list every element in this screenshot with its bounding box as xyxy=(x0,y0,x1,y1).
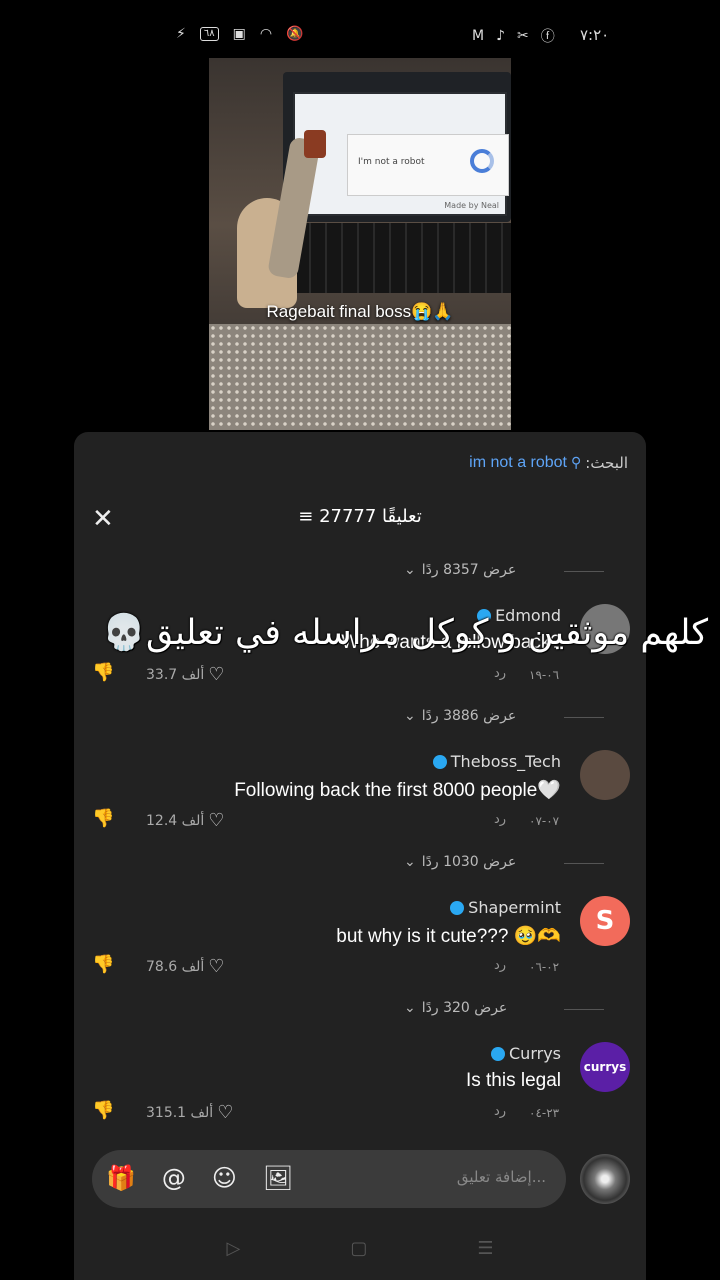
avatar[interactable]: S xyxy=(580,896,630,946)
user-avatar[interactable] xyxy=(580,1154,630,1204)
input-placeholder: إضافة تعليق... xyxy=(456,1168,546,1186)
gift-icon[interactable]: 🎁 xyxy=(106,1164,136,1192)
status-right-icons: M ♪ ✂ ⓕ xyxy=(472,26,555,46)
robot-head-image xyxy=(304,130,326,158)
sim-off-icon: ▣ xyxy=(232,26,246,42)
like-button[interactable]: 33.7 ألف ♡ xyxy=(146,664,224,685)
dislike-icon[interactable]: 👎 xyxy=(92,662,114,683)
comment-username[interactable]: Theboss_Tech xyxy=(432,752,561,771)
recaptcha-icon xyxy=(470,149,494,173)
facebook-icon: ⓕ xyxy=(540,29,555,45)
video-player[interactable]: I'm not a robot Made by Neal Ragebait fi… xyxy=(209,58,511,430)
home-icon[interactable]: ▢ xyxy=(350,1238,367,1259)
comment-date: ٠٦-١٩ xyxy=(529,668,560,682)
dislike-icon[interactable]: 👎 xyxy=(92,954,114,975)
filter-icon[interactable]: ≡ xyxy=(298,506,319,527)
reply-button[interactable]: رد xyxy=(494,1104,506,1119)
comment-username[interactable]: Currys xyxy=(491,1044,561,1063)
battery-icon: ٦٨ xyxy=(199,27,219,41)
captcha-box: I'm not a robot xyxy=(347,134,509,196)
status-left-icons: ⚡ ٦٨ ▣ ◠ 🔕 xyxy=(176,26,303,42)
back-icon[interactable]: ▷ xyxy=(227,1238,241,1259)
image-icon[interactable]: 🖼 xyxy=(263,1164,293,1192)
heart-icon: ♡ xyxy=(217,1102,234,1123)
gmail-icon: M xyxy=(472,28,485,44)
capcut-icon: ✂ xyxy=(517,28,529,44)
status-time: ٧:٢٠ xyxy=(580,26,610,44)
comments-panel: البحث: ⚲ im not a robot ✕ ≡ 27777 تعليقً… xyxy=(74,432,646,1280)
captcha-text: I'm not a robot xyxy=(358,157,425,167)
emoji-icon[interactable]: ☺ xyxy=(212,1164,237,1192)
overlay-text: كلهم موثقين و كوكل مراسله في تعليق💀 xyxy=(102,613,708,653)
like-button[interactable]: 315.1 ألف ♡ xyxy=(146,1102,233,1123)
comment-date: ٠٧-٠٧ xyxy=(529,814,560,828)
mention-icon[interactable]: @ xyxy=(162,1164,186,1192)
view-replies-button[interactable]: ⌄ عرض 8357 ردًا xyxy=(404,562,605,578)
verified-icon xyxy=(450,900,465,915)
search-icon: ⚲ xyxy=(571,455,582,471)
input-icons: 🎁 @ ☺ 🖼 xyxy=(106,1164,293,1192)
search-label: البحث: xyxy=(585,454,628,472)
dislike-icon[interactable]: 👎 xyxy=(92,808,114,829)
menu-icon[interactable]: ☰ xyxy=(477,1238,493,1259)
made-by-text: Made by Neal xyxy=(444,201,499,210)
wifi-icon: ◠ xyxy=(259,26,273,42)
comment-username[interactable]: Shapermint xyxy=(450,898,561,917)
view-replies-button[interactable]: ⌄ عرض 1030 ردًا xyxy=(404,854,605,870)
like-button[interactable]: 12.4 ألف ♡ xyxy=(146,810,224,831)
comment-text: but why is it cute??? 🥹🫶 xyxy=(336,926,561,947)
search-term-link[interactable]: im not a robot xyxy=(469,454,567,472)
verified-icon xyxy=(432,754,447,769)
view-replies-button[interactable]: ⌄ عرض 320 ردًا xyxy=(404,1000,605,1016)
verified-icon xyxy=(491,1046,505,1061)
comment-text: Is this legal xyxy=(465,1070,561,1091)
view-replies-button[interactable]: ⌄ عرض 3886 ردًا xyxy=(404,708,605,724)
search-row[interactable]: البحث: ⚲ im not a robot xyxy=(469,454,628,472)
video-caption: Ragebait final boss😭🙏 xyxy=(266,302,454,321)
comment-text: Following back the first 8000 people🤍 xyxy=(234,780,561,801)
tiktok-icon: ♪ xyxy=(496,28,506,44)
comment-count: ≡ 27777 تعليقًا xyxy=(298,506,422,527)
comment-input[interactable]: 🎁 @ ☺ 🖼 إضافة تعليق... xyxy=(92,1150,566,1208)
status-bar: ⚡ ٦٨ ▣ ◠ 🔕 M ♪ ✂ ⓕ ٧:٢٠ xyxy=(0,20,720,52)
keyboard-image xyxy=(279,223,511,293)
like-button[interactable]: 78.6 ألف ♡ xyxy=(146,956,224,977)
reply-button[interactable]: رد xyxy=(494,666,506,681)
mute-bell-icon: 🔕 xyxy=(286,26,304,42)
heart-icon: ♡ xyxy=(208,956,225,977)
comment-date: ٢٣-٠٤ xyxy=(529,1106,560,1120)
reply-button[interactable]: رد xyxy=(494,812,506,827)
avatar[interactable]: currys xyxy=(580,1042,630,1092)
avatar[interactable] xyxy=(580,750,630,800)
heart-icon: ♡ xyxy=(208,664,225,685)
heart-icon: ♡ xyxy=(208,810,225,831)
comment-date: ٠٢-٠٦ xyxy=(529,960,560,974)
doily-image xyxy=(209,324,511,430)
dislike-icon[interactable]: 👎 xyxy=(92,1100,114,1121)
reply-button[interactable]: رد xyxy=(494,958,506,973)
nav-bar: ▷ ▢ ☰ xyxy=(74,1238,646,1259)
charging-bolt-icon: ⚡ xyxy=(176,26,186,42)
